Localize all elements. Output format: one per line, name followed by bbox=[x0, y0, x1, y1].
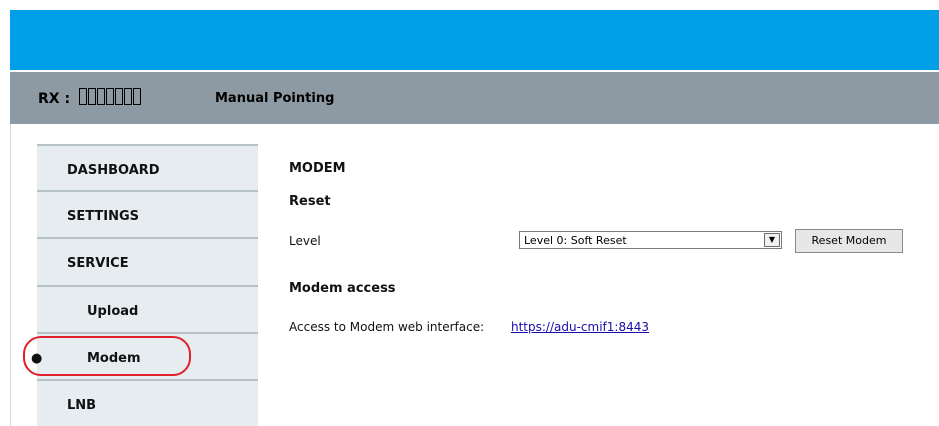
modem-access-heading: Modem access bbox=[289, 281, 396, 296]
access-text: Access to Modem web interface: bbox=[289, 320, 485, 334]
level-select[interactable]: Level 0: Soft Reset ▼ bbox=[519, 231, 782, 249]
sidebar-item-upload[interactable]: Upload bbox=[37, 285, 258, 330]
sidebar-item-dashboard[interactable]: DASHBOARD bbox=[37, 144, 258, 189]
sidebar-item-label: SETTINGS bbox=[67, 209, 140, 224]
page-title: MODEM bbox=[289, 161, 346, 176]
highlight-circle bbox=[23, 336, 191, 376]
reset-heading: Reset bbox=[289, 194, 331, 209]
status-bar: RX : Manual Pointing bbox=[10, 72, 939, 124]
rx-status: RX : bbox=[38, 88, 142, 107]
sidebar-nav: DASHBOARD SETTINGS SERVICE Upload ● Mode… bbox=[31, 144, 258, 426]
sidebar-item-settings[interactable]: SETTINGS bbox=[37, 190, 258, 235]
sidebar-item-label: SERVICE bbox=[67, 256, 129, 271]
top-banner bbox=[10, 10, 939, 70]
page-left-border bbox=[10, 124, 11, 426]
sidebar-item-label: LNB bbox=[67, 398, 97, 413]
modem-web-link[interactable]: https://adu-cmif1:8443 bbox=[511, 320, 649, 334]
rx-label: RX : bbox=[38, 91, 71, 107]
rx-value-glyphs bbox=[78, 88, 142, 107]
sidebar-item-label: Upload bbox=[87, 304, 139, 319]
reset-modem-button[interactable]: Reset Modem bbox=[795, 229, 903, 253]
sidebar-item-label: DASHBOARD bbox=[67, 163, 160, 178]
level-label: Level bbox=[289, 234, 321, 248]
chevron-down-icon[interactable]: ▼ bbox=[764, 233, 780, 247]
pointing-mode-label: Manual Pointing bbox=[215, 91, 335, 106]
level-select-value: Level 0: Soft Reset bbox=[524, 234, 627, 247]
sidebar-item-lnb[interactable]: LNB bbox=[37, 379, 258, 424]
sidebar-item-service[interactable]: SERVICE bbox=[37, 237, 258, 282]
